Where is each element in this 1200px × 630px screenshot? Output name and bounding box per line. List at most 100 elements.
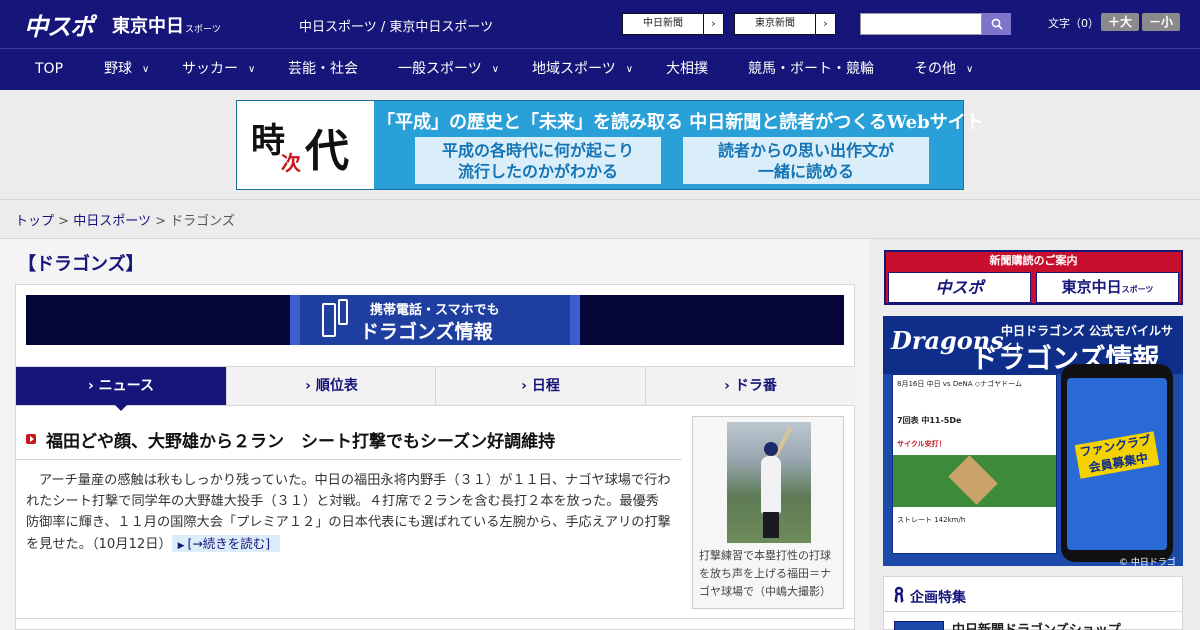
nav-top-label: TOP bbox=[35, 61, 64, 77]
article-photo[interactable] bbox=[727, 422, 811, 543]
text-size-up-button[interactable]: ＋大 bbox=[1101, 13, 1139, 31]
subscribe-tokyo-chunichi-logo[interactable]: 東京中日スポーツ bbox=[1036, 272, 1179, 303]
breadcrumb-sep: > bbox=[58, 214, 70, 229]
tokyo-shimbun-button[interactable]: 東京新聞 › bbox=[734, 13, 836, 35]
smartphone-icon bbox=[338, 299, 348, 325]
nav-general-sports-label: 一般スポーツ bbox=[398, 61, 482, 77]
chevron-down-icon: ∨ bbox=[248, 64, 256, 75]
search-input[interactable] bbox=[860, 13, 982, 35]
nav-racing[interactable]: 競馬・ボート・競輪 bbox=[748, 49, 874, 90]
ad-score-row: ストレート 142km/h bbox=[897, 516, 966, 524]
divider bbox=[16, 618, 854, 619]
nav-entertainment[interactable]: 芸能・社会 bbox=[288, 49, 358, 90]
mobile-banner-line1: 携帯電話・スマホでも bbox=[370, 303, 500, 318]
tab-dora-ban[interactable]: › ドラ番 bbox=[645, 367, 855, 405]
jidai-box-essays-line2: 一緒に読める bbox=[757, 162, 854, 181]
jidai-box-history: 平成の各時代に何が起こり 流行したのかがわかる bbox=[415, 137, 661, 184]
jidai-box-history-line1: 平成の各時代に何が起こり bbox=[441, 141, 634, 160]
nav-top[interactable]: TOP bbox=[35, 49, 63, 90]
divider bbox=[884, 611, 1182, 612]
jidai-logo-dai: 代 bbox=[305, 126, 349, 177]
jidai-logo-ji2: 次 bbox=[281, 151, 301, 175]
breadcrumb-chunichi-sports[interactable]: 中日スポーツ bbox=[73, 214, 151, 229]
breadcrumb: トップ > 中日スポーツ > ドラゴンズ bbox=[15, 210, 235, 229]
breadcrumb-current: ドラゴンズ bbox=[170, 214, 235, 229]
page-scrollbar[interactable] bbox=[1191, 239, 1200, 630]
ad-copyright: © 中日ドラゴンズ bbox=[1119, 558, 1176, 566]
nav-local-sports[interactable]: 地域スポーツ ∨ bbox=[532, 49, 633, 90]
tab-schedule[interactable]: › 日程 bbox=[435, 367, 645, 405]
nav-general-sports[interactable]: 一般スポーツ ∨ bbox=[398, 49, 499, 90]
tokyo-chunichi-logo-text: 東京中日 bbox=[112, 16, 184, 37]
top-header: 中スポ 東京中日スポーツ 中日スポーツ / 東京中日スポーツ 中日新聞 › 東京… bbox=[0, 0, 1200, 48]
text-size-down-button[interactable]: －小 bbox=[1142, 13, 1180, 31]
ad-score-row: 8月16日 中日 vs DeNA ◇ナゴヤドーム bbox=[897, 380, 1022, 388]
feature-thumbnail[interactable] bbox=[894, 621, 944, 630]
subscribe-chuspo-logo[interactable]: 中スポ bbox=[888, 272, 1031, 303]
subscribe-tokyo-chunichi-sub: スポーツ bbox=[1121, 285, 1154, 294]
feature-box: 企画特集 中日新聞ドラゴンズショップ bbox=[883, 576, 1183, 630]
article-bullet-icon bbox=[26, 434, 36, 444]
feature-item-dragons-shop[interactable]: 中日新聞ドラゴンズショップ bbox=[952, 619, 1121, 630]
jidai-box-essays: 読者からの思い出作文が 一緒に読める bbox=[683, 137, 929, 184]
article-title[interactable]: 福田どや顔、大野雄から２ラン シート打撃でもシーズン好調維持 bbox=[46, 427, 555, 452]
nav-soccer-label: サッカー bbox=[182, 61, 238, 77]
feature-title: 企画特集 bbox=[910, 590, 966, 606]
feature-phone-icon bbox=[322, 303, 336, 337]
nav-baseball[interactable]: 野球 ∨ bbox=[104, 49, 149, 90]
photo-caption: 打撃練習で本塁打性の打球を放ち声を上げる福田＝ナゴヤ球場で（中嶋大撮影） bbox=[699, 549, 831, 598]
nav-sumo-label: 大相撲 bbox=[666, 61, 708, 77]
read-more-link[interactable]: [→続きを読む] bbox=[171, 535, 281, 552]
subscription-head: 新聞購読のご案内 bbox=[886, 252, 1181, 270]
jidai-box-essays-line1: 読者からの思い出作文が bbox=[717, 141, 894, 160]
chevron-down-icon: ∨ bbox=[142, 64, 150, 75]
chevron-down-icon: ∨ bbox=[491, 64, 500, 75]
site-name: 中日スポーツ / 東京中日スポーツ bbox=[299, 20, 494, 35]
chuspo-logo[interactable]: 中スポ bbox=[24, 7, 94, 42]
search-button[interactable] bbox=[982, 13, 1011, 35]
ribbon-icon bbox=[894, 586, 904, 603]
article-date: （10月12日） bbox=[91, 537, 172, 552]
ad-score-row: 7回表 中11-5De bbox=[897, 416, 962, 425]
chunichi-shimbun-button[interactable]: 中日新聞 › bbox=[622, 13, 724, 35]
page-title: 【ドラゴンズ】 bbox=[18, 254, 144, 275]
text-size-label: 文字（0） bbox=[1048, 17, 1099, 30]
ad-scoreboard: 8月16日 中日 vs DeNA ◇ナゴヤドーム 7回表 中11-5De サイク… bbox=[892, 374, 1057, 554]
divider bbox=[16, 459, 682, 460]
tokyo-chunichi-logo[interactable]: 東京中日スポーツ bbox=[112, 12, 221, 38]
nav-soccer[interactable]: サッカー ∨ bbox=[182, 49, 255, 90]
breadcrumb-sep: > bbox=[155, 214, 166, 229]
breadcrumb-top[interactable]: トップ bbox=[15, 214, 54, 229]
nav-racing-label: 競馬・ボート・競輪 bbox=[748, 61, 874, 77]
search-icon bbox=[991, 18, 1003, 30]
ad-score-row: サイクル安打！ bbox=[897, 440, 946, 448]
smartphone-screen: ファンクラブ会員募集中 bbox=[1067, 378, 1167, 550]
nav-local-sports-label: 地域スポーツ bbox=[532, 61, 616, 77]
nav-sumo[interactable]: 大相撲 bbox=[666, 49, 708, 90]
nav-entertainment-label: 芸能・社会 bbox=[288, 61, 358, 77]
chunichi-shimbun-label: 中日新聞 bbox=[643, 18, 683, 29]
chevron-down-icon: ∨ bbox=[625, 64, 634, 75]
fanclub-badge: ファンクラブ会員募集中 bbox=[1074, 431, 1160, 479]
tokyo-chunichi-logo-sub: スポーツ bbox=[185, 25, 221, 35]
jidai-banner[interactable]: 時 次 代 「平成」の歴史と「未来」を読み取る 中日新聞と読者がつくるWebサイ… bbox=[236, 100, 984, 190]
article-body: アーチ量産の感触は秋もしっかり残っていた。中日の福田永将内野手（３１）が１１日、… bbox=[26, 470, 672, 557]
jidai-logo: 時 次 代 bbox=[237, 101, 374, 189]
tab-standings[interactable]: › 順位表 bbox=[226, 367, 436, 405]
smartphone-graphic: ファンクラブ会員募集中 bbox=[1061, 364, 1173, 562]
chevron-right-icon: › bbox=[815, 14, 835, 34]
jidai-headline: 「平成」の歴史と「未来」を読み取る 中日新聞と読者がつくるWebサイト bbox=[377, 112, 984, 133]
dragons-mobile-ad[interactable]: Dragons 中日ドラゴンズ 公式モバイルサイト ドラゴンズ情報 8月16日 … bbox=[883, 316, 1183, 566]
chevron-right-icon: › bbox=[703, 14, 723, 34]
mobile-dragons-banner[interactable]: 携帯電話・スマホでも ドラゴンズ情報 bbox=[26, 295, 844, 345]
main-nav: TOP 野球 ∨ サッカー ∨ 芸能・社会 一般スポーツ ∨ 地域スポーツ ∨ 大相撲 … bbox=[0, 48, 1200, 90]
photo-player-head bbox=[764, 442, 778, 456]
jidai-logo-ji: 時 bbox=[251, 121, 285, 161]
nav-other[interactable]: その他 ∨ bbox=[914, 49, 973, 90]
tokyo-shimbun-label: 東京新聞 bbox=[755, 18, 795, 29]
chevron-down-icon: ∨ bbox=[966, 64, 974, 75]
photo-player-body bbox=[761, 456, 781, 514]
tab-news[interactable]: › ニュース bbox=[16, 367, 226, 405]
subscription-banner[interactable]: 新聞購読のご案内 中スポ 東京中日スポーツ bbox=[884, 250, 1183, 305]
jidai-box-history-line2: 流行したのかがわかる bbox=[457, 162, 618, 181]
